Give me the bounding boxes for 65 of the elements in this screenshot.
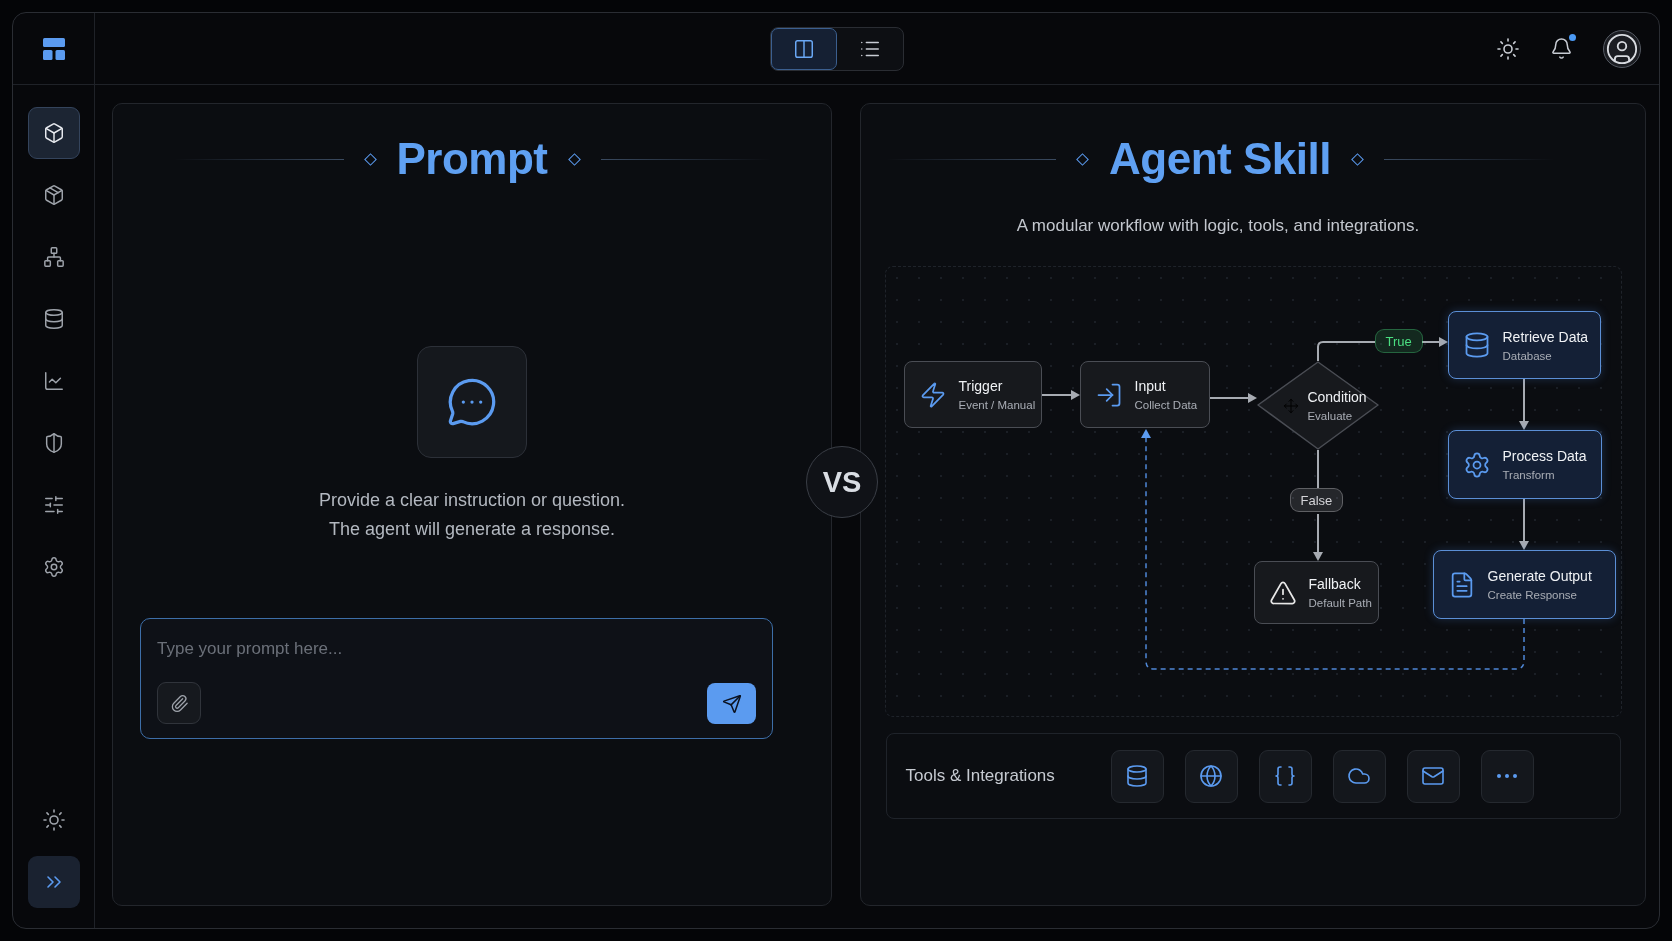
connector-arrow <box>1420 337 1448 347</box>
more-icon <box>1497 774 1517 778</box>
connector-arrow <box>1040 390 1080 400</box>
database-icon <box>42 308 65 330</box>
connector-line <box>1316 341 1376 362</box>
chat-bubble-icon <box>446 376 498 428</box>
tool-button[interactable] <box>1184 749 1238 803</box>
node-title: Input <box>1134 378 1167 394</box>
prompt-input-field[interactable]: Type your prompt here... <box>157 639 756 659</box>
tool-button[interactable] <box>1332 749 1386 803</box>
panel-subtitle: A modular workflow with logic, tools, and integrations. <box>1016 216 1420 236</box>
tools-label: Tools & Integrations <box>905 766 1056 786</box>
node-title: Process Data <box>1502 448 1587 464</box>
send-button[interactable] <box>707 683 756 724</box>
send-icon <box>721 693 742 714</box>
network-icon <box>42 246 65 268</box>
logo-icon <box>42 37 65 60</box>
view-toggle-button[interactable] <box>771 28 837 70</box>
description-text: Provide a clear instruction or question. <box>318 489 626 512</box>
database-icon <box>1125 764 1149 788</box>
attach-button[interactable] <box>157 682 201 724</box>
settings-icon <box>42 556 65 578</box>
node-subtitle: Default Path <box>1308 597 1372 609</box>
theme-button[interactable] <box>1496 36 1520 61</box>
connector-arrow <box>1518 498 1529 550</box>
node-title: Retrieve Data <box>1502 328 1589 345</box>
connector-arrow <box>1208 393 1257 403</box>
sun-icon <box>1496 36 1520 61</box>
connector-line <box>1316 449 1319 489</box>
notifications-button[interactable] <box>1550 37 1573 60</box>
tool-button[interactable] <box>1406 749 1460 803</box>
node-subtitle: Transform <box>1502 469 1556 481</box>
panel-title: Prompt <box>396 134 548 184</box>
user-icon <box>1605 31 1639 66</box>
sidebar-item[interactable] <box>27 107 80 159</box>
avatar-button[interactable] <box>1603 29 1641 68</box>
branch-label: False <box>1289 488 1344 512</box>
globe-icon <box>1199 764 1223 788</box>
connector-arrow <box>1312 513 1323 561</box>
paperclip-icon <box>169 693 189 713</box>
bell-icon <box>1550 37 1573 60</box>
tool-button[interactable] <box>1258 749 1312 803</box>
node-subtitle: Event / Manual <box>958 399 1036 411</box>
columns-icon <box>793 38 815 60</box>
node-title: Fallback <box>1308 576 1362 592</box>
node-subtitle: Database <box>1502 349 1553 362</box>
node-title: Generate Output <box>1487 568 1592 584</box>
node-subtitle: Evaluate <box>1307 410 1354 422</box>
mail-icon <box>1421 764 1445 788</box>
braces-icon <box>1273 764 1297 788</box>
chart-icon <box>42 370 65 392</box>
tool-button[interactable] <box>1110 749 1164 803</box>
connector-arrow <box>1518 378 1529 430</box>
branch-label: True <box>1374 329 1423 353</box>
panel-title: Agent Skill <box>1109 134 1331 184</box>
node-subtitle: Collect Data <box>1134 399 1198 411</box>
expand-button[interactable] <box>27 856 80 908</box>
node-subtitle: Create Response <box>1487 589 1578 601</box>
cube-icon <box>42 122 65 144</box>
sun-icon <box>41 808 66 832</box>
node-title: Condition <box>1307 389 1367 405</box>
package-icon <box>42 184 65 206</box>
node-title: Trigger <box>958 378 1004 394</box>
description-text: The agent will generate a response. <box>328 518 616 541</box>
sliders-icon <box>42 494 65 516</box>
